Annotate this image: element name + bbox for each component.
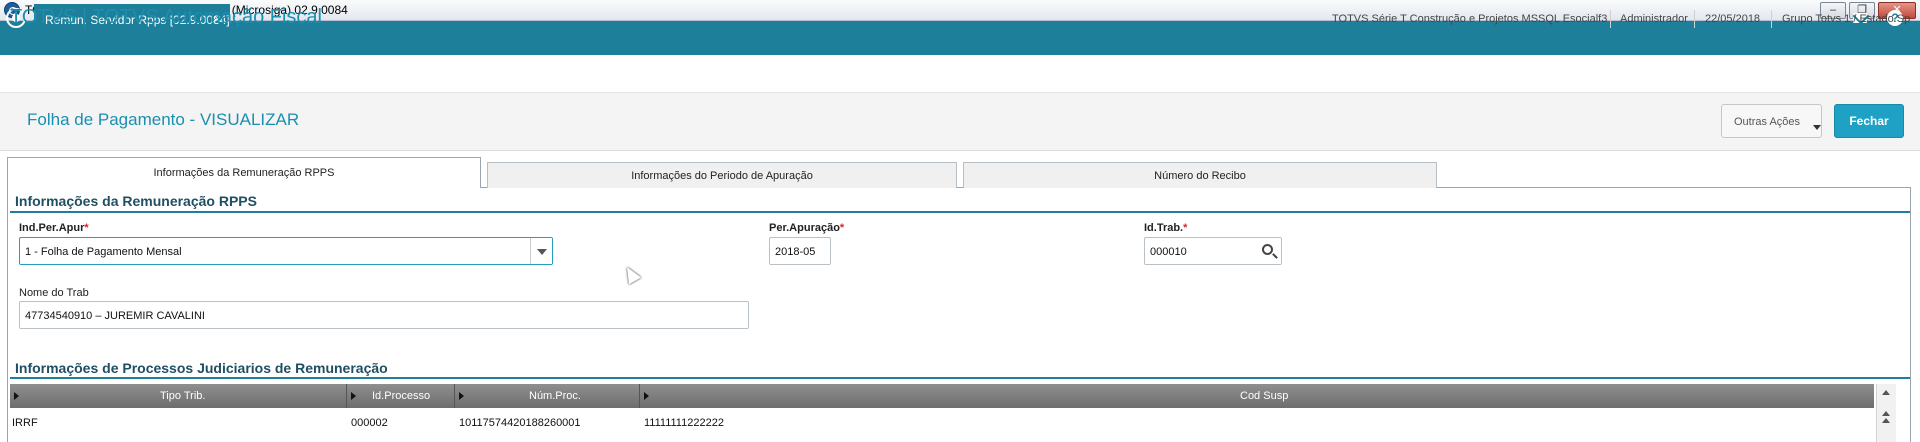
- tab-remuneracao-rpps[interactable]: Informações da Remuneração RPPS: [7, 157, 481, 188]
- required-mark: *: [839, 222, 845, 234]
- id-trab-label-text: Id.Trab.: [1144, 222, 1184, 234]
- per-apuracao-input[interactable]: 2018-05: [769, 237, 831, 265]
- ind-per-apur-select[interactable]: 1 - Folha de Pagamento Mensal: [19, 237, 553, 265]
- brand-title: TOTVS | TOTVS Automação Fiscal: [10, 6, 322, 28]
- ind-per-apur-label-text: Ind.Per.Apur: [19, 222, 85, 234]
- column-header-label: Tipo Trib.: [160, 390, 206, 402]
- company-info: Grupo Totvs 1 / Estado Sp: [1782, 13, 1911, 25]
- grid-header: Tipo Trib. Id.Processo Núm.Proc. Cod Sus…: [10, 384, 1874, 408]
- required-mark: *: [84, 222, 89, 234]
- divider: [1694, 10, 1695, 28]
- id-trab-value: 000010: [1150, 246, 1187, 258]
- search-icon[interactable]: [1262, 244, 1273, 255]
- sort-arrow-icon: [644, 392, 649, 400]
- section-title-processos: Informações de Processos Judiciarios de …: [15, 360, 388, 376]
- sort-arrow-icon: [351, 392, 356, 400]
- section-divider: [10, 211, 1910, 213]
- column-header-label: Núm.Proc.: [529, 390, 581, 402]
- column-header-cod-susp[interactable]: Cod Susp: [640, 384, 1874, 408]
- table-row[interactable]: IRRF 000002 10117574420188260001 1111111…: [10, 411, 1874, 435]
- chevron-down-icon[interactable]: [530, 238, 552, 264]
- per-apuracao-label-text: Per.Apuração: [769, 222, 840, 234]
- required-mark: *: [1183, 222, 1188, 234]
- cell-tipo-trib: IRRF: [12, 417, 38, 429]
- other-actions-label: Outras Ações: [1734, 116, 1801, 128]
- divider: [1610, 10, 1611, 28]
- id-trab-input[interactable]: 000010: [1144, 237, 1282, 265]
- date-info: 22/05/2018: [1705, 13, 1761, 25]
- divider: [1771, 10, 1772, 28]
- ind-per-apur-value: 1 - Folha de Pagamento Mensal: [25, 246, 182, 258]
- cell-cod-susp: 11111111222222: [644, 417, 724, 429]
- column-header-label: Id.Processo: [372, 390, 431, 402]
- sort-arrow-icon: [459, 392, 464, 400]
- scroll-up-icon[interactable]: [1882, 411, 1890, 416]
- page-title-band: Folha de Pagamento - VISUALIZAR Outras A…: [0, 93, 1920, 151]
- section-title-remuneracao: Informações da Remuneração RPPS: [15, 193, 257, 209]
- grid-scrollbar[interactable]: [1876, 384, 1896, 442]
- chevron-down-icon: [1813, 125, 1821, 130]
- cell-num-proc: 10117574420188260001: [459, 417, 581, 429]
- user-info: Administrador: [1620, 13, 1688, 25]
- nome-trab-input[interactable]: 47734540910 – JUREMIR CAVALINI: [19, 301, 749, 329]
- nome-trab-label: Nome do Trab: [19, 287, 89, 299]
- nome-trab-value: 47734540910 – JUREMIR CAVALINI: [25, 310, 205, 322]
- scroll-up-icon[interactable]: [1882, 418, 1890, 423]
- per-apuracao-value: 2018-05: [775, 246, 816, 258]
- ind-per-apur-label: Ind.Per.Apur*: [19, 222, 89, 234]
- section-divider: [10, 377, 1910, 379]
- tab-periodo-apuracao[interactable]: Informações do Periodo de Apuração: [487, 162, 957, 188]
- close-button[interactable]: Fechar: [1834, 104, 1904, 138]
- cell-id-processo: 000002: [351, 417, 388, 429]
- column-header-tipo-trib[interactable]: Tipo Trib.: [10, 384, 347, 408]
- app-header: [0, 55, 1920, 93]
- sort-arrow-icon: [14, 392, 19, 400]
- per-apuracao-label: Per.Apuração*: [769, 222, 844, 234]
- column-header-num-proc[interactable]: Núm.Proc.: [455, 384, 640, 408]
- other-actions-button[interactable]: Outras Ações: [1721, 104, 1822, 138]
- tab-numero-recibo[interactable]: Número do Recibo: [963, 162, 1437, 188]
- scroll-top-icon[interactable]: [1882, 390, 1890, 395]
- page-title: Folha de Pagamento - VISUALIZAR: [27, 110, 300, 129]
- environment-info: TOTVS Série T Construção e Projetos MSSQ…: [1332, 13, 1608, 25]
- column-header-id-processo[interactable]: Id.Processo: [347, 384, 455, 408]
- id-trab-label: Id.Trab.*: [1144, 222, 1187, 234]
- column-header-label: Cod Susp: [1240, 390, 1289, 402]
